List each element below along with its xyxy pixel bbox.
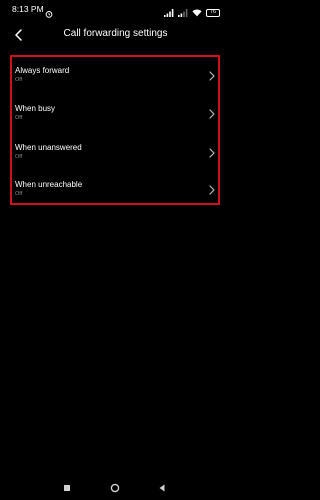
setting-status: Off (15, 115, 23, 121)
status-bar: 8:13 PM 76 (0, 0, 231, 20)
signal-icon-2 (178, 4, 188, 22)
recents-icon[interactable] (62, 480, 72, 498)
setting-label: Always forward (15, 66, 70, 75)
signal-icon (164, 4, 174, 22)
setting-label: When unreachable (15, 180, 83, 189)
header: Call forwarding settings (0, 24, 231, 46)
chevron-right-icon (208, 183, 216, 195)
setting-row-when-unreachable[interactable]: When unreachable Off (12, 175, 218, 205)
battery-icon: 76 (206, 9, 220, 17)
setting-label: When busy (15, 104, 56, 113)
wifi-icon (192, 4, 202, 22)
setting-status: Off (15, 154, 23, 160)
home-icon[interactable] (110, 480, 120, 498)
setting-status: Off (15, 191, 23, 197)
page-title: Call forwarding settings (63, 28, 168, 39)
forwarding-options-list: Always forward Off When busy Off When un… (10, 55, 220, 205)
setting-label: When unanswered (15, 143, 82, 152)
setting-status: Off (15, 77, 23, 83)
navigation-bar (0, 478, 231, 496)
status-time: 8:13 PM (12, 4, 44, 14)
chevron-right-icon (208, 107, 216, 119)
alarm-icon (45, 5, 53, 23)
chevron-right-icon (208, 69, 216, 81)
setting-row-when-unanswered[interactable]: When unanswered Off (12, 138, 218, 168)
setting-row-when-busy[interactable]: When busy Off (12, 99, 218, 129)
setting-row-always-forward[interactable]: Always forward Off (12, 61, 218, 91)
chevron-right-icon (208, 146, 216, 158)
back-icon[interactable] (157, 480, 167, 498)
status-icons: 76 (164, 4, 220, 22)
